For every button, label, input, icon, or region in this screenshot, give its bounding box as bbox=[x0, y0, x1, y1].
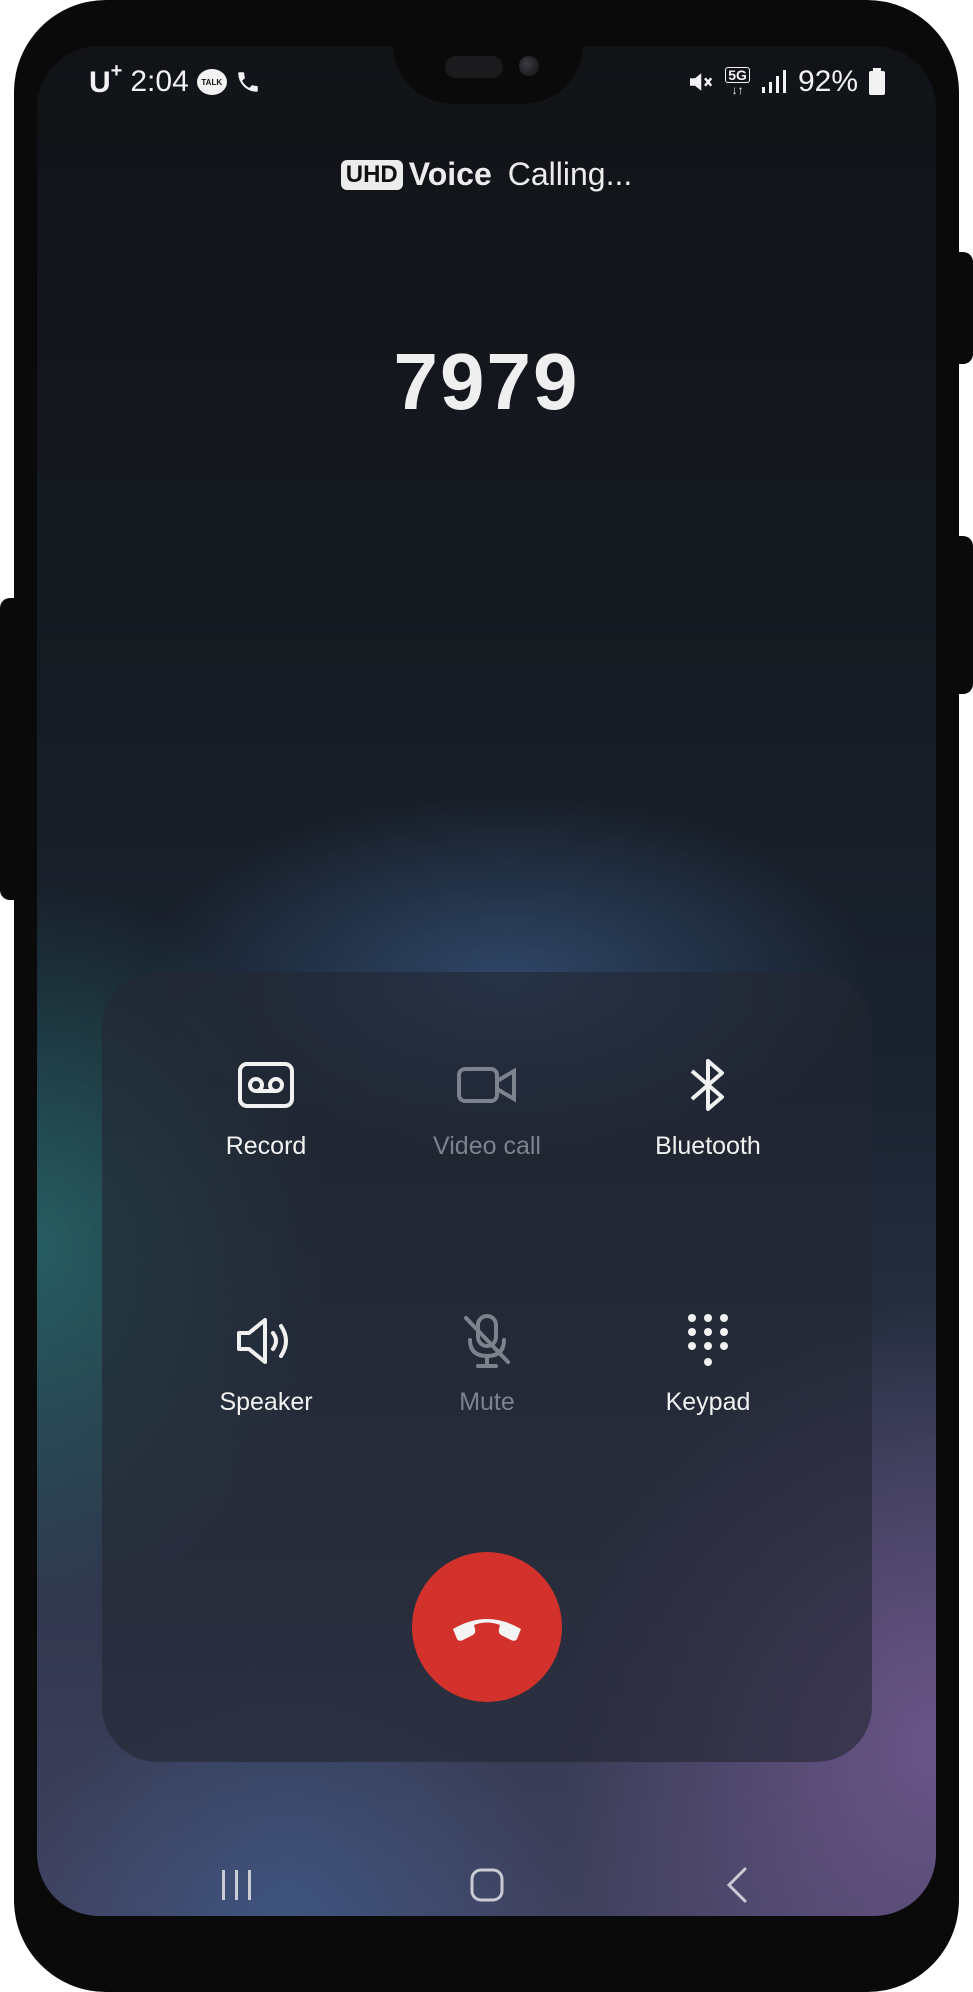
keypad-label: Keypad bbox=[665, 1388, 751, 1416]
record-button[interactable]: Record bbox=[156, 1052, 376, 1161]
keypad-button[interactable]: Keypad bbox=[598, 1308, 818, 1417]
status-bar-left: U+ 2:04 TALK bbox=[89, 60, 261, 100]
back-button[interactable] bbox=[707, 1860, 767, 1910]
voicemail-icon bbox=[156, 1052, 376, 1118]
caller-number: 7979 bbox=[393, 337, 580, 426]
call-header: UHD Voice Calling... bbox=[37, 156, 936, 193]
speaker-icon bbox=[156, 1308, 376, 1374]
navigation-bar bbox=[37, 1860, 936, 1910]
video-call-button[interactable]: Video call bbox=[377, 1052, 597, 1161]
battery-icon bbox=[868, 68, 886, 96]
keypad-icon bbox=[598, 1308, 818, 1374]
earpiece bbox=[445, 56, 503, 78]
status-time: 2:04 bbox=[130, 65, 189, 98]
mute-label: Mute bbox=[459, 1388, 515, 1416]
back-icon bbox=[726, 1867, 747, 1903]
call-actions-panel: Record Video call Bluetooth Speaker Mute… bbox=[102, 972, 872, 1762]
notch bbox=[393, 46, 583, 104]
kakaotalk-icon: TALK bbox=[196, 69, 227, 95]
video-call-label: Video call bbox=[433, 1132, 541, 1160]
recent-apps-button[interactable] bbox=[207, 1860, 267, 1910]
call-status: Calling... bbox=[507, 156, 633, 192]
voice-label: Voice bbox=[408, 156, 492, 192]
network-5g-icon: 5G ↓↑ bbox=[725, 67, 750, 97]
end-call-icon bbox=[453, 1619, 521, 1641]
carrier-label: U+ bbox=[89, 60, 123, 99]
front-camera bbox=[519, 56, 539, 76]
recent-apps-icon bbox=[222, 1870, 251, 1900]
phone-call-icon bbox=[235, 69, 261, 95]
battery-percent: 92% bbox=[797, 65, 858, 98]
home-button[interactable] bbox=[457, 1860, 517, 1910]
phone-frame: U+ 2:04 TALK 5G ↓↑ 92% UHD Voice Calling… bbox=[0, 0, 973, 1992]
mute-button[interactable]: Mute bbox=[377, 1308, 597, 1417]
video-camera-icon bbox=[377, 1052, 597, 1118]
bluetooth-label: Bluetooth bbox=[655, 1132, 761, 1160]
speaker-label: Speaker bbox=[219, 1388, 313, 1416]
end-call-button[interactable] bbox=[412, 1552, 562, 1702]
record-label: Record bbox=[225, 1132, 307, 1160]
bluetooth-icon bbox=[598, 1052, 818, 1118]
mute-vibrate-icon bbox=[685, 67, 715, 97]
mic-off-icon bbox=[377, 1308, 597, 1374]
speaker-button[interactable]: Speaker bbox=[156, 1308, 376, 1417]
status-bar-right: 5G ↓↑ 92% bbox=[685, 64, 886, 100]
home-icon bbox=[470, 1868, 504, 1902]
signal-icon bbox=[760, 69, 788, 95]
bluetooth-button[interactable]: Bluetooth bbox=[598, 1052, 818, 1161]
screen: U+ 2:04 TALK 5G ↓↑ 92% UHD Voice Calling… bbox=[37, 46, 936, 1916]
uhd-badge: UHD bbox=[340, 159, 403, 190]
